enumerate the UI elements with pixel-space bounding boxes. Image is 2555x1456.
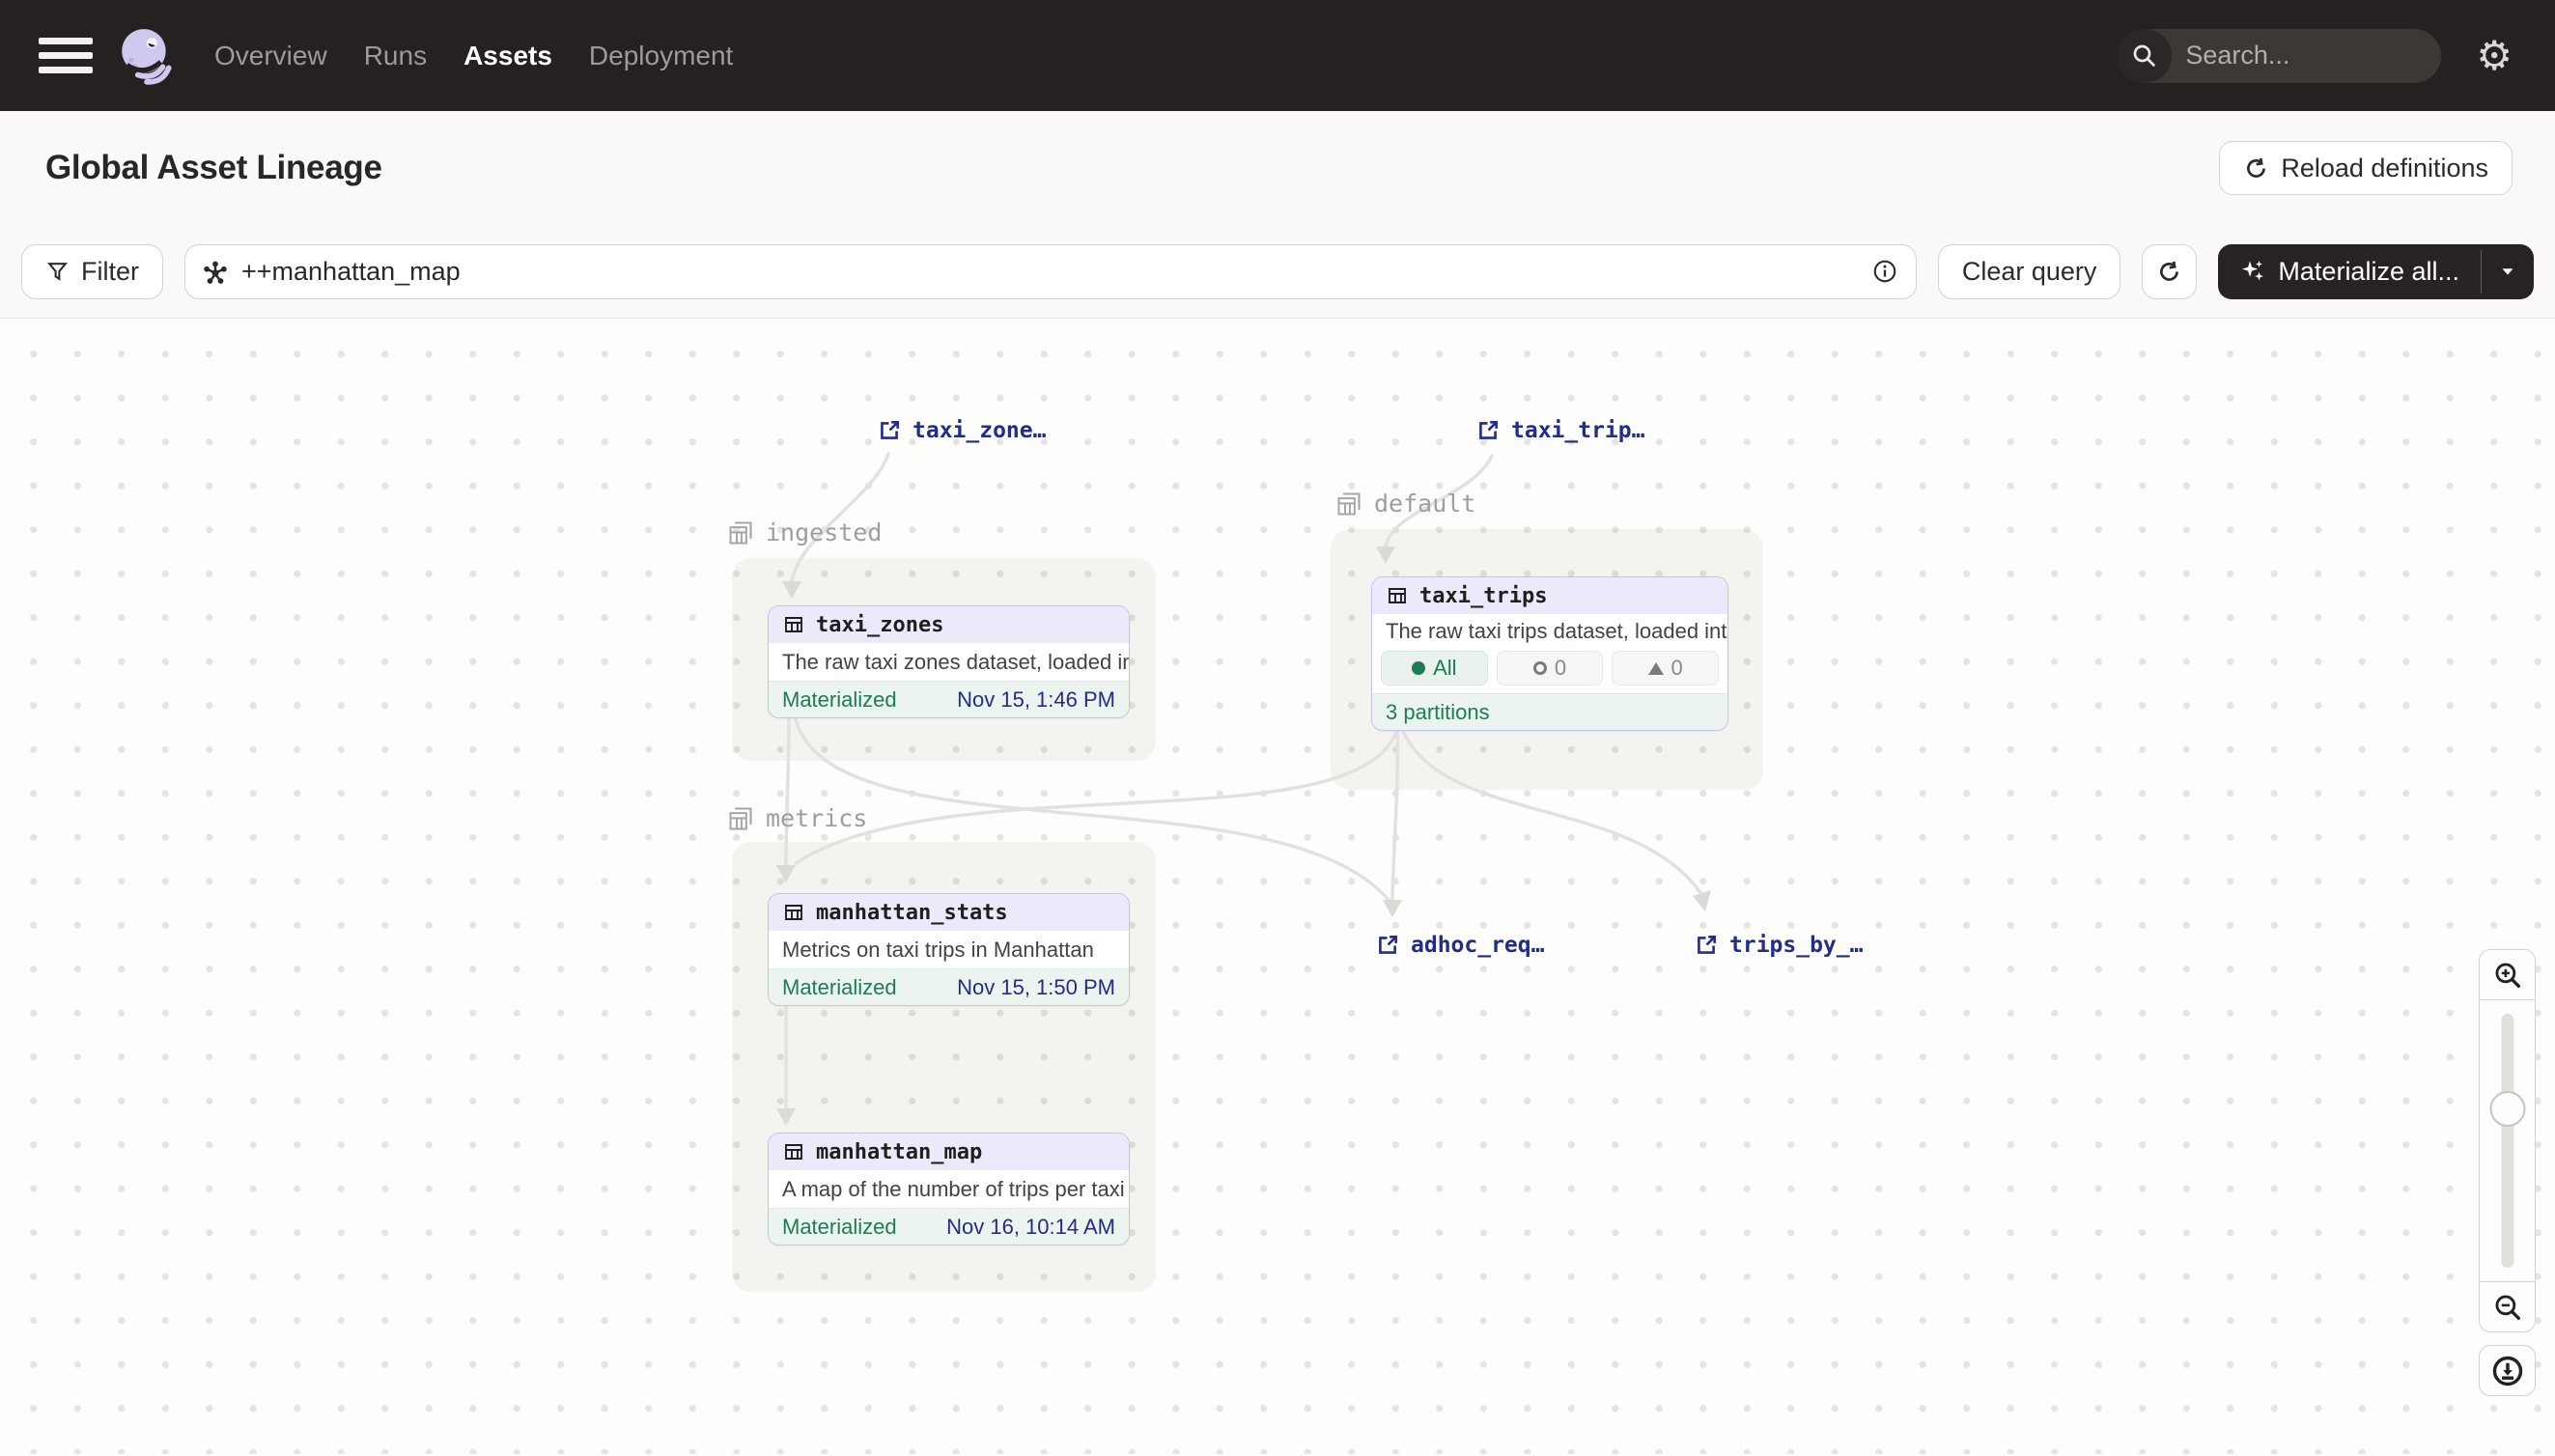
filter-button[interactable]: Filter [21, 244, 163, 299]
materialization-timestamp[interactable]: Nov 16, 10:14 AM [946, 1215, 1115, 1240]
global-search[interactable]: / [2118, 29, 2441, 83]
nav-link-runs[interactable]: Runs [364, 41, 427, 71]
external-asset-taxi-trip[interactable]: taxi_trip… [1475, 418, 1644, 443]
asset-description: Metrics on taxi trips in Manhattan [769, 931, 1129, 968]
asset-description: A map of the number of trips per taxi z.… [769, 1170, 1129, 1208]
materialize-options-caret[interactable] [2482, 244, 2534, 299]
status-badge: Materialized [782, 687, 897, 713]
refresh-icon [2156, 259, 2182, 285]
success-dot-icon [1412, 661, 1425, 675]
external-asset-trips-by[interactable]: trips_by_… [1694, 933, 1863, 958]
asset-group-icon [1335, 490, 1362, 518]
lineage-edges [0, 319, 2555, 1454]
group-label-metrics[interactable]: metrics [727, 804, 867, 832]
missing-ring-icon [1533, 661, 1547, 675]
nav-link-overview[interactable]: Overview [214, 41, 327, 71]
warning-triangle-icon [1648, 662, 1664, 675]
table-icon [782, 613, 805, 636]
zoom-out-icon [2491, 1291, 2524, 1324]
asset-query-field [184, 244, 1917, 299]
external-link-icon [1694, 933, 1719, 958]
materialization-timestamp[interactable]: Nov 15, 1:46 PM [957, 687, 1115, 713]
lineage-canvas[interactable]: ingested default metrics taxi_zone… taxi… [0, 319, 2555, 1454]
asset-title: taxi_zones [816, 613, 943, 637]
asset-title: manhattan_map [816, 1140, 982, 1164]
table-icon [782, 1140, 805, 1163]
nav-link-deployment[interactable]: Deployment [589, 41, 733, 71]
asset-title: manhattan_stats [816, 901, 1008, 925]
search-input[interactable] [2172, 41, 2441, 70]
download-icon [2490, 1354, 2525, 1388]
asset-node-taxi-zones[interactable]: taxi_zones The raw taxi zones dataset, l… [768, 605, 1130, 718]
sparkle-icon [2239, 258, 2266, 285]
partitions-summary[interactable]: 3 partitions [1372, 693, 1727, 730]
nav-links: Overview Runs Assets Deployment [214, 41, 733, 71]
asset-graph-icon [201, 257, 230, 286]
external-link-icon [1375, 933, 1400, 958]
external-asset-adhoc-request[interactable]: adhoc_req… [1375, 933, 1544, 958]
partitions-missing-pill[interactable]: 0 [1497, 651, 1604, 686]
refresh-icon [2243, 155, 2269, 182]
group-label-ingested[interactable]: ingested [727, 518, 882, 546]
materialize-all-button[interactable]: Materialize all... [2218, 244, 2481, 299]
chevron-down-icon [2497, 261, 2518, 282]
asset-group-icon [727, 805, 754, 832]
filter-funnel-icon [45, 260, 70, 284]
partitions-success-pill[interactable]: All [1381, 651, 1488, 686]
lineage-toolbar: Filter Clear query Materialize all... [0, 225, 2555, 319]
group-label-default[interactable]: default [1335, 490, 1475, 518]
page-header: Global Asset Lineage Reload definitions [0, 111, 2555, 225]
status-badge: Materialized [782, 1215, 897, 1240]
partitions-failed-pill[interactable]: 0 [1612, 651, 1719, 686]
page-title: Global Asset Lineage [45, 149, 382, 187]
materialize-all-split-button: Materialize all... [2218, 244, 2534, 299]
zoom-slider-thumb[interactable] [2489, 1091, 2525, 1127]
zoom-in-button[interactable] [2479, 949, 2536, 1000]
menu-icon[interactable] [39, 37, 93, 75]
zoom-in-icon [2491, 959, 2524, 992]
table-icon [782, 901, 805, 924]
asset-node-manhattan-map[interactable]: manhattan_map A map of the number of tri… [768, 1133, 1130, 1246]
table-icon [1386, 584, 1409, 607]
query-info-icon[interactable] [1871, 258, 1898, 285]
search-icon [2118, 29, 2172, 83]
asset-node-taxi-trips[interactable]: taxi_trips The raw taxi trips dataset, l… [1371, 576, 1728, 731]
external-asset-taxi-zone[interactable]: taxi_zone… [877, 418, 1046, 443]
asset-query-input[interactable] [241, 257, 1860, 287]
external-link-icon [877, 418, 902, 443]
reload-definitions-button[interactable]: Reload definitions [2219, 141, 2513, 195]
settings-gear-icon[interactable]: ⚙ [2476, 36, 2513, 76]
asset-description: The raw taxi trips dataset, loaded into … [1372, 614, 1727, 649]
asset-node-manhattan-stats[interactable]: manhattan_stats Metrics on taxi trips in… [768, 893, 1130, 1006]
zoom-out-button[interactable] [2479, 1281, 2536, 1332]
refresh-graph-button[interactable] [2142, 244, 2197, 299]
external-link-icon [1475, 418, 1501, 443]
materialization-timestamp[interactable]: Nov 15, 1:50 PM [957, 975, 1115, 1000]
top-nav: Overview Runs Assets Deployment / ⚙ [0, 0, 2555, 111]
asset-group-icon [727, 519, 754, 546]
asset-title: taxi_trips [1419, 584, 1547, 608]
status-badge: Materialized [782, 975, 897, 1000]
asset-description: The raw taxi zones dataset, loaded int..… [769, 643, 1129, 681]
zoom-slider[interactable] [2479, 1000, 2536, 1281]
dagster-logo-icon[interactable] [114, 24, 178, 88]
nav-link-assets[interactable]: Assets [463, 41, 552, 71]
download-view-button[interactable] [2479, 1345, 2536, 1396]
zoom-controls [2479, 949, 2536, 1396]
clear-query-button[interactable]: Clear query [1938, 244, 2121, 299]
